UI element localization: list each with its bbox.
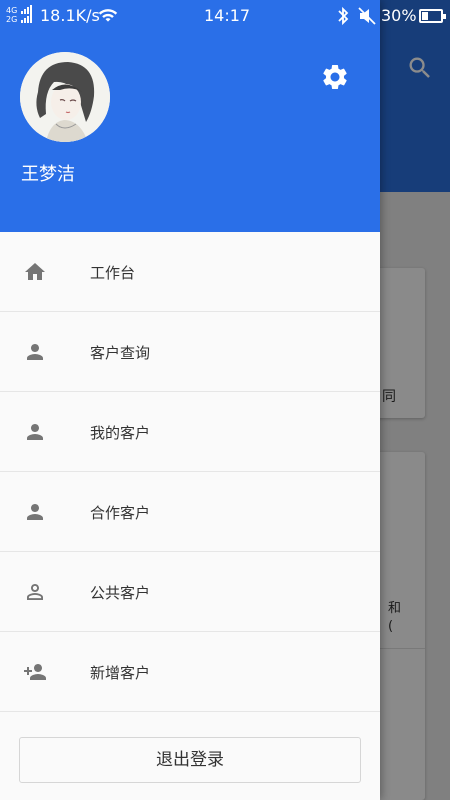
wifi-icon <box>98 9 118 22</box>
network-top-label: 4G <box>6 6 17 15</box>
menu-item-label: 工作台 <box>90 264 136 282</box>
menu-item-label: 公共客户 <box>90 584 151 602</box>
battery-icon <box>419 9 446 23</box>
menu-item-my-customers[interactable]: 我的客户 <box>0 392 380 472</box>
username: 王梦洁 <box>21 164 75 185</box>
network-speed: 18.1K/s <box>40 6 100 25</box>
person-icon <box>27 344 43 360</box>
clock: 14:17 <box>204 6 251 25</box>
person-add-icon <box>24 664 46 680</box>
bluetooth-icon <box>338 6 349 26</box>
menu-item-partner-customers[interactable]: 合作客户 <box>0 472 380 552</box>
menu-item-label: 新增客户 <box>90 664 151 682</box>
status-bar: 4G 2G 18.1K/s 14:17 30% <box>0 0 450 32</box>
menu-item-public-customers[interactable]: 公共客户 <box>0 552 380 632</box>
gear-icon[interactable] <box>320 62 350 92</box>
network-indicator: 4G 2G <box>6 5 36 27</box>
navigation-drawer: 王梦洁 工作台 客户查询 我的客户 合作客户 公共客户 新增客户 退出登录 <box>0 0 380 800</box>
person-icon <box>27 504 43 520</box>
logout-button[interactable]: 退出登录 <box>19 737 361 783</box>
drawer-menu: 工作台 客户查询 我的客户 合作客户 公共客户 新增客户 <box>0 232 380 712</box>
signal-icon: 4G 2G <box>6 5 32 24</box>
menu-item-label: 客户查询 <box>90 344 151 362</box>
person-icon <box>27 424 43 440</box>
home-icon <box>25 263 45 280</box>
avatar-illustration <box>20 52 110 142</box>
drawer-header: 王梦洁 <box>0 0 380 232</box>
menu-item-label: 合作客户 <box>90 504 151 522</box>
mute-icon <box>358 7 376 25</box>
avatar[interactable] <box>20 52 110 142</box>
menu-item-add-customer[interactable]: 新增客户 <box>0 632 380 712</box>
menu-item-customer-search[interactable]: 客户查询 <box>0 312 380 392</box>
network-bottom-label: 2G <box>6 15 17 24</box>
battery-percent: 30% <box>381 6 417 25</box>
menu-item-label: 我的客户 <box>90 424 151 442</box>
person-outline-icon <box>27 584 43 600</box>
menu-item-workbench[interactable]: 工作台 <box>0 232 380 312</box>
